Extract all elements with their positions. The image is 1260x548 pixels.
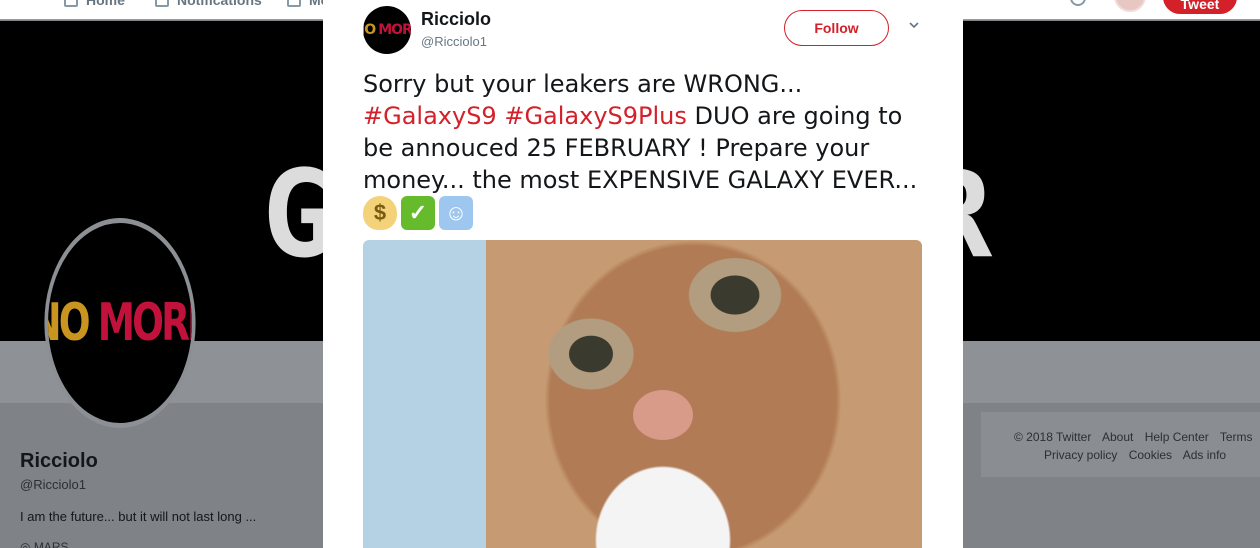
profile-bio: I am the future... but it will not last …: [20, 509, 257, 524]
nav-home-label: Home: [86, 0, 125, 8]
profile-location-text: MARS: [33, 540, 69, 548]
footer-link-terms[interactable]: Terms: [1220, 430, 1253, 444]
nav-notifications[interactable]: Notifications: [155, 0, 262, 8]
footer-copyright: © 2018 Twitter: [1014, 430, 1092, 444]
footer-link-ads-info[interactable]: Ads info: [1183, 448, 1226, 462]
search-icon[interactable]: [1070, 0, 1086, 6]
check-mark-icon: ✓: [401, 196, 435, 230]
tweet-modal: NO MORE Ricciolo @Ricciolo1 Follow Sorry…: [323, 0, 963, 548]
tweet-avatar-text-1: NO: [363, 22, 376, 38]
mage-icon: ☺: [439, 196, 473, 230]
money-bag-icon: $: [363, 196, 397, 230]
envelope-icon: [287, 0, 301, 7]
home-icon: [64, 0, 78, 7]
tweet-avatar-text-2: MORE: [378, 22, 411, 38]
footer-links-row-2: Privacy policy Cookies Ads info: [1044, 448, 1234, 462]
footer-link-cookies[interactable]: Cookies: [1129, 448, 1172, 462]
profile-handle: @Ricciolo1: [20, 477, 86, 492]
tweet-media-gif[interactable]: [363, 240, 922, 548]
kitten-nose: [633, 390, 693, 440]
bell-icon: [155, 0, 169, 7]
footer-panel: [981, 412, 1260, 477]
footer-link-help-center[interactable]: Help Center: [1145, 430, 1209, 444]
user-avatar[interactable]: [1114, 0, 1146, 12]
profile-location: ◎ MARS: [20, 540, 68, 548]
profile-name: Ricciolo: [20, 450, 98, 472]
location-pin-icon: ◎: [20, 540, 34, 548]
tweet-author-avatar[interactable]: NO MORE: [363, 6, 411, 54]
avatar-logo-text-2: MORE: [97, 293, 192, 353]
nav-home[interactable]: Home: [64, 0, 125, 8]
profile-avatar[interactable]: NO MORE: [44, 218, 196, 428]
hashtag-galaxys9plus[interactable]: #GalaxyS9Plus: [504, 102, 687, 130]
avatar-logo-text-1: NO: [48, 293, 91, 353]
tweet-text: Sorry but your leakers are WRONG... #Gal…: [363, 68, 933, 196]
footer-link-privacy[interactable]: Privacy policy: [1044, 448, 1117, 462]
tweet-text-part-1: Sorry but your leakers are WRONG...: [363, 70, 803, 98]
hashtag-galaxys9[interactable]: #GalaxyS9: [363, 102, 497, 130]
nav-notifications-label: Notifications: [177, 0, 262, 8]
footer-link-about[interactable]: About: [1102, 430, 1133, 444]
footer-links-row-1: © 2018 Twitter About Help Center Terms: [1014, 430, 1260, 444]
tweet-button[interactable]: Tweet: [1163, 0, 1237, 14]
tweet-author-handle[interactable]: @Ricciolo1: [421, 34, 487, 49]
follow-button[interactable]: Follow: [784, 10, 889, 46]
chevron-down-icon[interactable]: [909, 20, 919, 30]
emoji-row: $ ✓ ☺: [363, 196, 473, 230]
tweet-author-name[interactable]: Ricciolo: [421, 9, 491, 30]
